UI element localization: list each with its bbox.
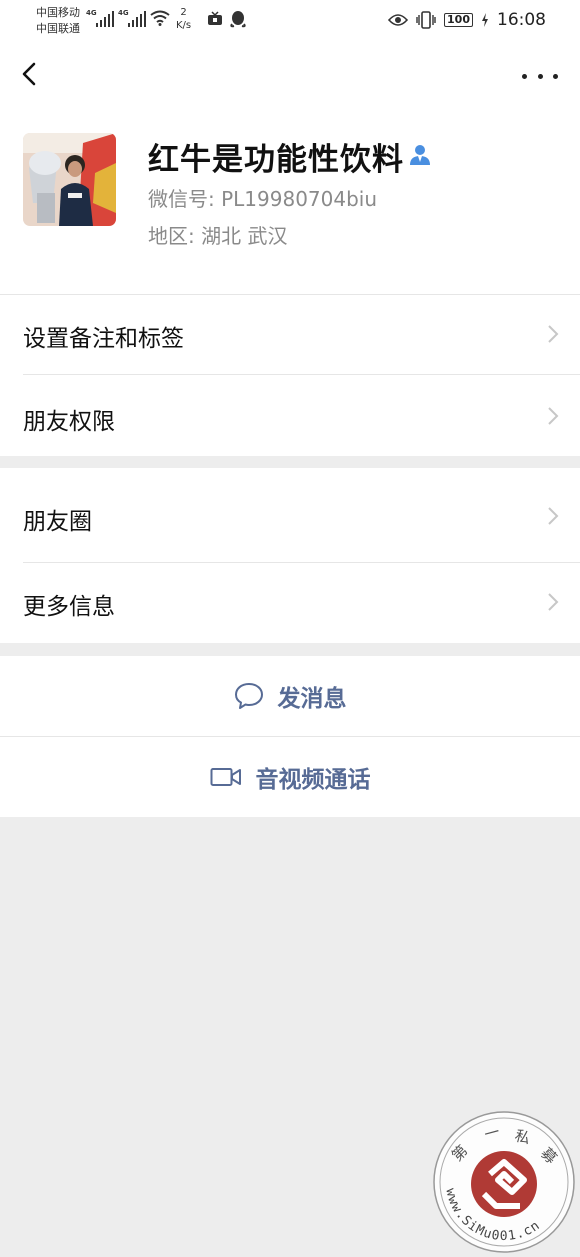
carrier-names: 中国移动 中国联通	[36, 5, 80, 37]
chevron-right-icon	[548, 407, 559, 425]
moments-row[interactable]: 朋友圈	[0, 468, 580, 562]
av-call-button[interactable]: 音视频通话	[0, 736, 580, 817]
chevron-right-icon	[548, 593, 559, 611]
more-dot-icon	[522, 73, 527, 79]
remark-tags-label: 设置备注和标签	[23, 326, 184, 352]
charging-icon	[482, 13, 488, 27]
more-dot-icon	[537, 73, 543, 79]
chat-bubble-icon	[234, 683, 263, 709]
friend-permissions-label: 朋友权限	[23, 409, 115, 435]
carrier-2: 中国联通	[36, 22, 80, 35]
wifi-icon	[150, 10, 170, 26]
region: 地区: 湖北 武汉	[148, 224, 288, 248]
more-info-label: 更多信息	[23, 594, 115, 620]
eye-icon	[388, 14, 409, 26]
speed-unit: K/s	[176, 20, 192, 31]
action-group: 发消息 音视频通话	[0, 656, 580, 817]
network-speed: 2 K/s	[176, 6, 191, 32]
friend-permissions-row[interactable]: 朋友权限	[0, 375, 580, 456]
more-options-button[interactable]	[522, 66, 558, 86]
chevron-left-icon	[22, 62, 36, 86]
more-dot-icon	[553, 73, 558, 79]
chevron-right-icon	[548, 325, 559, 343]
remark-tags-row[interactable]: 设置备注和标签	[0, 294, 580, 375]
carrier-1: 中国移动	[36, 6, 80, 19]
watermark-logo: 第 一 私 募 www.SiMu001.cn	[433, 1111, 575, 1253]
av-call-label: 音视频通话	[255, 766, 371, 793]
clock: 16:08	[497, 10, 546, 30]
moments-label: 朋友圈	[23, 509, 92, 535]
signal-icon-1: 4G	[86, 9, 114, 27]
vibrate-icon	[416, 11, 436, 29]
chevron-right-icon	[548, 507, 559, 525]
back-button[interactable]	[14, 56, 44, 92]
network-type-1: 4G	[86, 9, 97, 17]
status-right-group: 100 16:08	[388, 10, 546, 30]
signal-icon-2: 4G	[118, 9, 146, 27]
send-message-button[interactable]: 发消息	[0, 656, 580, 736]
info-group: 朋友圈 更多信息	[0, 468, 580, 643]
battery-icon: 100	[444, 13, 473, 27]
settings-group: 设置备注和标签 朋友权限	[0, 294, 580, 456]
nickname: 红牛是功能性饮料	[148, 142, 404, 178]
wechat-id: 微信号: PL19980704biu	[148, 187, 378, 211]
status-bar: 中国移动 中国联通 4G 4G 2 K/s 100 16:08	[0, 0, 580, 42]
profile-header: 红牛是功能性饮料 微信号: PL19980704biu 地区: 湖北 武汉	[0, 42, 580, 294]
tv-app-icon	[208, 11, 222, 25]
speed-value: 2	[180, 7, 187, 18]
person-icon	[410, 145, 430, 165]
more-info-row[interactable]: 更多信息	[0, 562, 580, 643]
network-type-2: 4G	[118, 9, 129, 17]
video-camera-icon	[210, 767, 241, 786]
avatar[interactable]	[23, 133, 116, 226]
penguin-app-icon	[230, 11, 246, 28]
send-message-label: 发消息	[277, 686, 347, 712]
